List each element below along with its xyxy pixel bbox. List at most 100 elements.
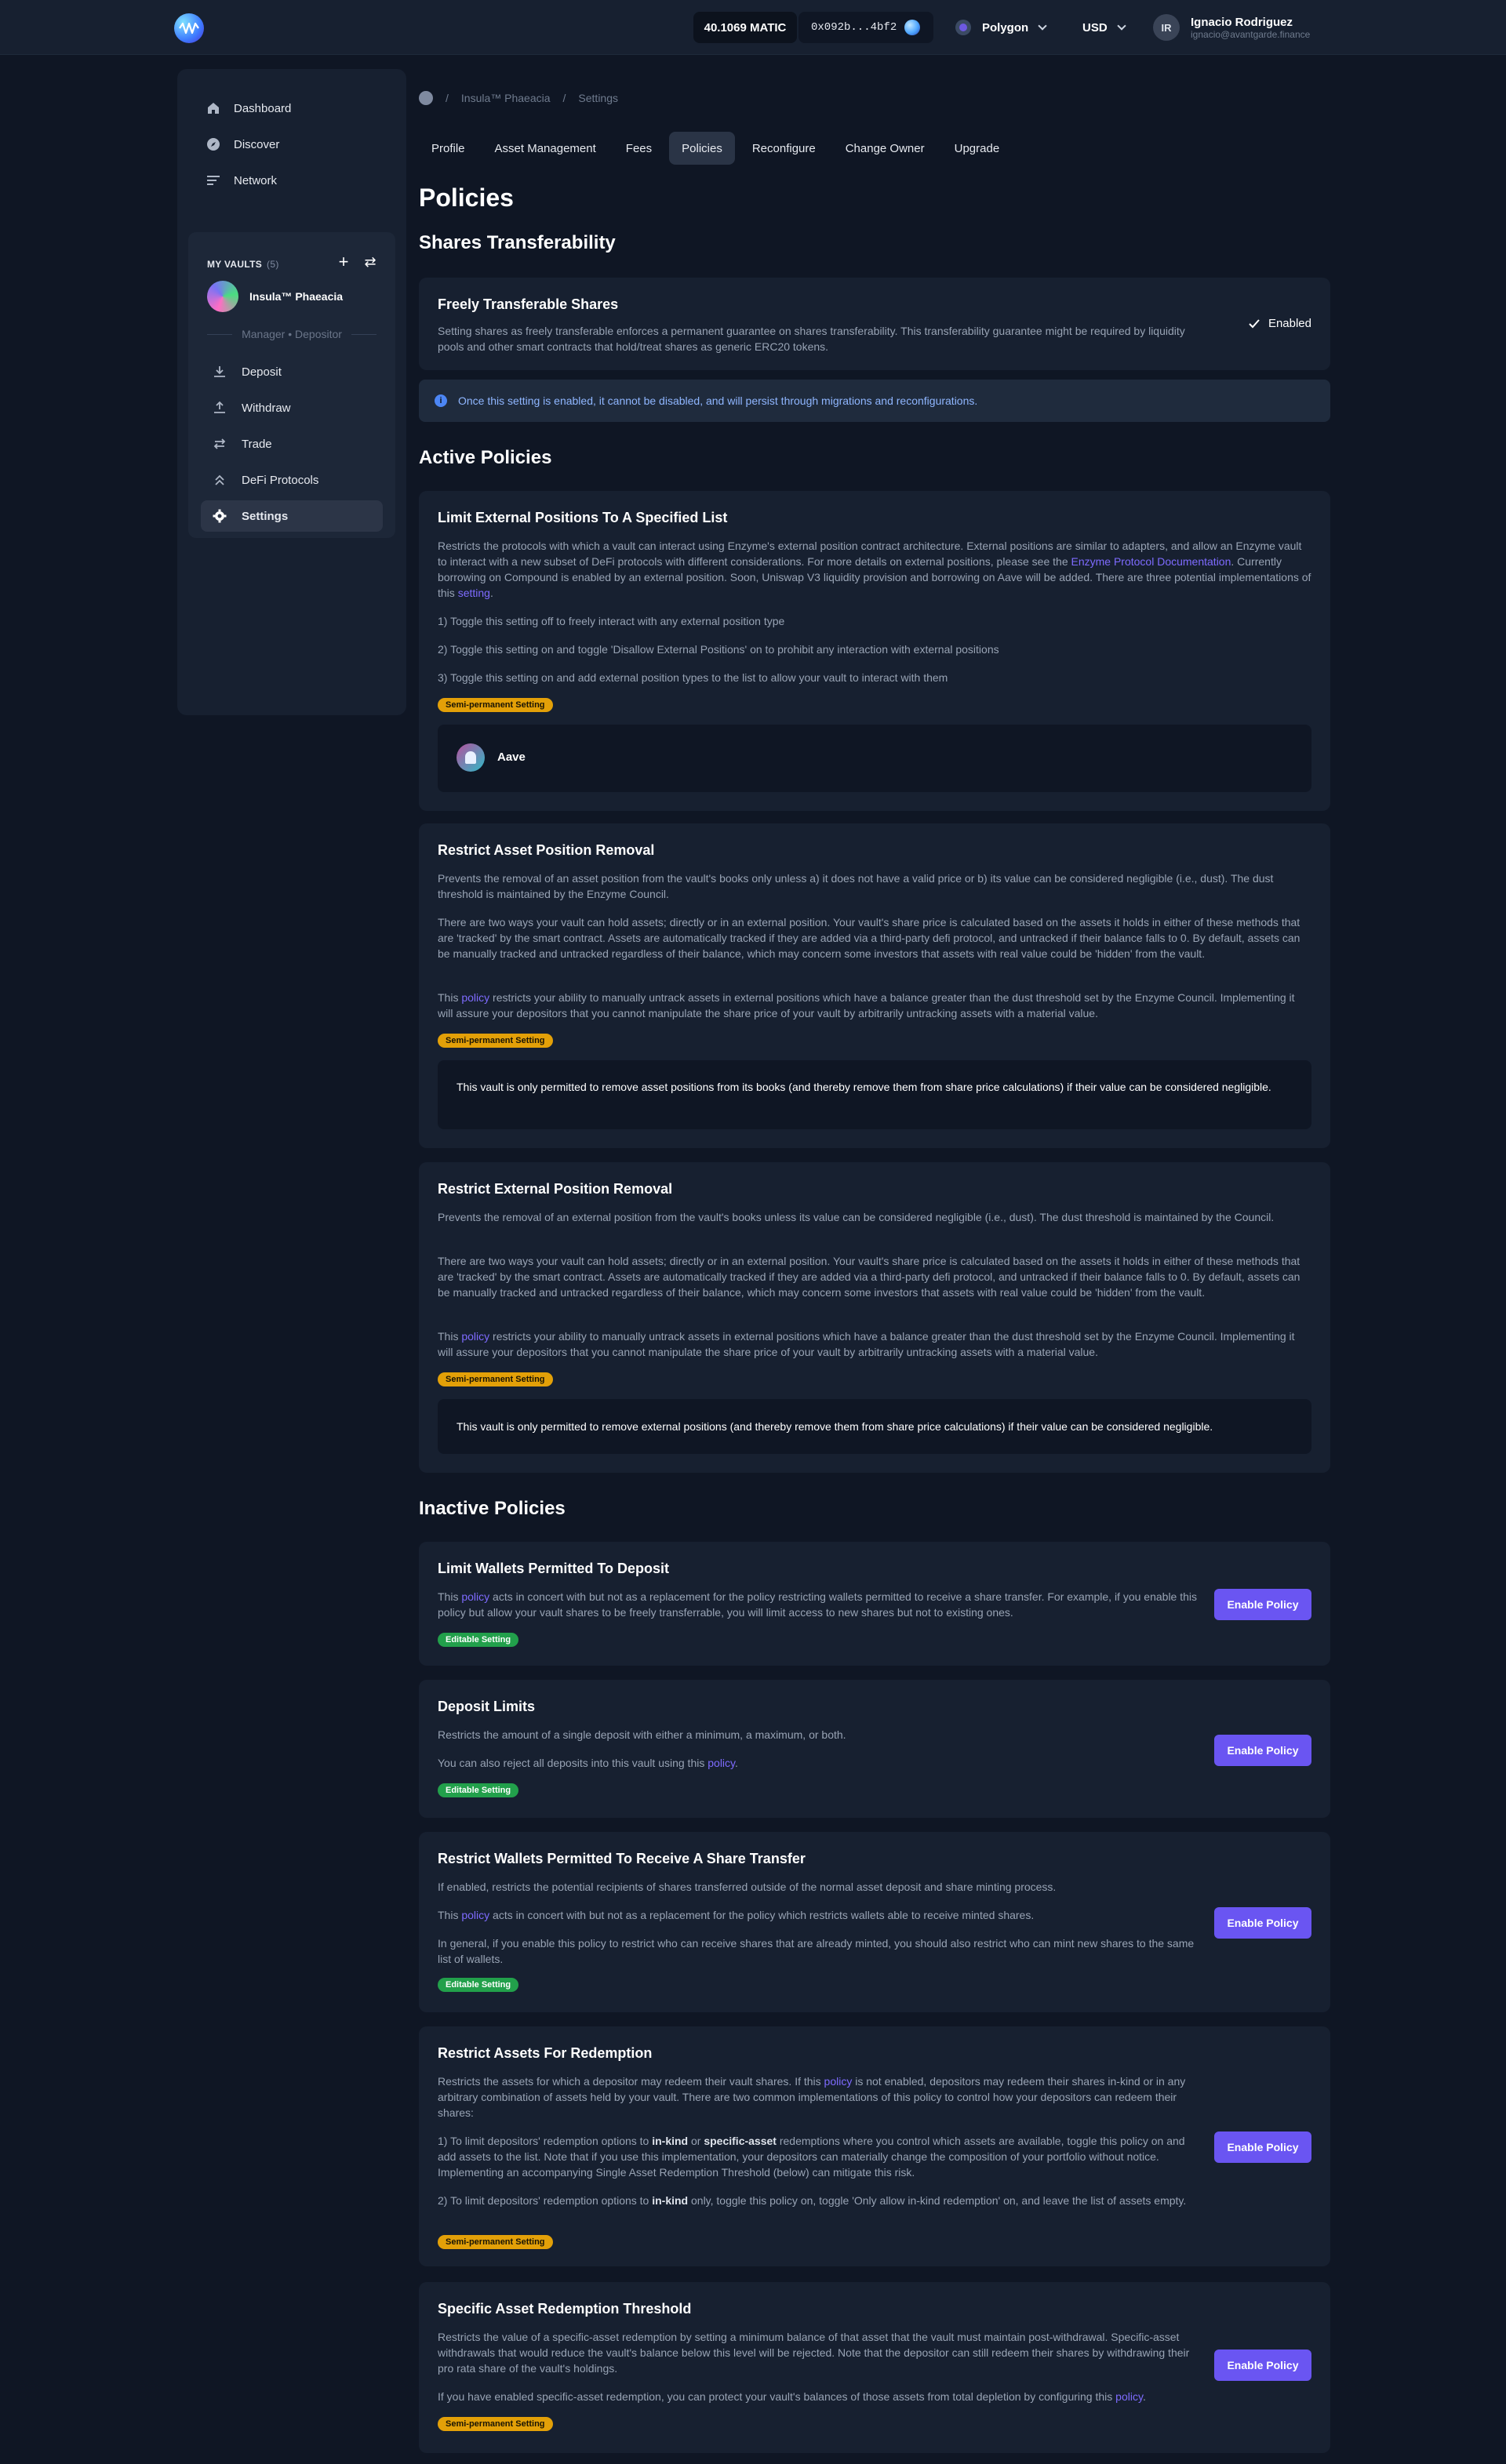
semi-permanent-badge: Semi-permanent Setting [438, 2235, 553, 2249]
policy-card-restrict-wallets-share-transfer: Restrict Wallets Permitted To Receive A … [419, 1832, 1330, 2012]
policy-option-3: 3) Toggle this setting on and add extern… [438, 671, 948, 684]
top-bar: 40.1069 MATIC 0x092b...4bf2 Polygon USD … [0, 0, 1506, 55]
semi-permanent-badge: Semi-permanent Setting [438, 1372, 553, 1386]
policy-title: Restrict External Position Removal [438, 1181, 673, 1197]
wallet-balance: 40.1069 MATIC [693, 12, 797, 43]
policy-description-3: This policy restricts your ability to ma… [438, 991, 1295, 1019]
policy-description: Restricts the value of a specific-asset … [438, 2331, 1190, 2375]
compass-icon[interactable] [419, 91, 433, 105]
card-description: Setting shares as freely transferable en… [438, 325, 1185, 353]
home-icon [206, 100, 221, 116]
setting-link[interactable]: setting [458, 587, 490, 599]
sidebar-item-label: Dashboard [234, 101, 292, 115]
policy-option-2: 2) To limit depositors' redemption optio… [438, 2194, 1187, 2207]
avatar: IR [1153, 14, 1180, 41]
policy-status-box: This vault is only permitted to remove a… [438, 1060, 1311, 1129]
tab-upgrade[interactable]: Upgrade [942, 132, 1013, 165]
editable-badge: Editable Setting [438, 1783, 519, 1797]
policy-option-1: 1) To limit depositors' redemption optio… [438, 2135, 1185, 2179]
policy-title: Restrict Asset Position Removal [438, 842, 655, 858]
chevron-down-icon [1038, 21, 1047, 31]
breadcrumb-settings: Settings [578, 92, 619, 104]
user-email: ignacio@avantgarde.finance [1191, 28, 1311, 40]
sidebar-item-dashboard[interactable]: Dashboard [193, 93, 391, 124]
enable-policy-button[interactable]: Enable Policy [1214, 2350, 1311, 2381]
policy-description-2: There are two ways your vault can hold a… [438, 1255, 1300, 1299]
policy-status-text: This vault is only permitted to remove e… [457, 1420, 1213, 1433]
policy-title: Restrict Wallets Permitted To Receive A … [438, 1851, 806, 1866]
enabled-status: Enabled [1248, 317, 1311, 330]
tab-change-owner[interactable]: Change Owner [833, 132, 937, 165]
user-name: Ignacio Rodriguez [1191, 15, 1293, 29]
sidebar-item-network[interactable]: Network [193, 165, 391, 196]
docs-link[interactable]: Enzyme Protocol Documentation [1071, 555, 1231, 568]
policy-description-2: If you have enabled specific-asset redem… [438, 2390, 1146, 2403]
wallet-address-button[interactable]: 0x092b...4bf2 [798, 12, 933, 43]
enable-policy-button[interactable]: Enable Policy [1214, 2131, 1311, 2163]
policy-link[interactable]: policy [461, 1590, 489, 1603]
vault-item-defi-protocols[interactable]: DeFi Protocols [201, 464, 383, 496]
vault-item-label: Withdraw [242, 401, 291, 415]
semi-permanent-badge: Semi-permanent Setting [438, 698, 553, 712]
policy-status-box: This vault is only permitted to remove e… [438, 1399, 1311, 1454]
vault-item-withdraw[interactable]: Withdraw [201, 392, 383, 423]
tab-policies[interactable]: Policies [669, 132, 735, 165]
breadcrumb-vault[interactable]: Insula™ Phaeacia [461, 92, 551, 104]
sidebar-item-label: Discover [234, 137, 280, 151]
chevrons-up-icon [212, 472, 227, 488]
enable-policy-button[interactable]: Enable Policy [1214, 1589, 1311, 1620]
switch-vault-icon[interactable]: ⇄ [361, 253, 380, 271]
swap-icon [212, 436, 227, 452]
logo-wave-icon [179, 22, 199, 35]
user-menu[interactable]: IR Ignacio Rodriguez ignacio@avantgarde.… [1153, 12, 1310, 43]
download-icon [212, 364, 227, 380]
policy-link[interactable]: policy [824, 2075, 853, 2088]
currency-selector[interactable]: USD [1071, 12, 1142, 43]
policy-status-text: This vault is only permitted to remove a… [457, 1081, 1271, 1093]
add-vault-icon[interactable]: + [334, 252, 353, 271]
tab-fees[interactable]: Fees [613, 132, 664, 165]
tab-profile[interactable]: Profile [419, 132, 478, 165]
list-icon [206, 173, 221, 188]
policy-link[interactable]: policy [461, 1330, 489, 1343]
vault-name[interactable]: Insula™ Phaeacia [249, 290, 343, 303]
upload-icon [212, 400, 227, 416]
currency-label: USD [1082, 20, 1108, 35]
policy-description-2: There are two ways your vault can hold a… [438, 916, 1300, 960]
policy-title: Limit External Positions To A Specified … [438, 510, 728, 525]
policy-description: Prevents the removal of an asset positio… [438, 872, 1274, 900]
policy-title: Specific Asset Redemption Threshold [438, 2301, 692, 2317]
vault-item-trade[interactable]: Trade [201, 428, 383, 460]
check-icon [1249, 318, 1260, 328]
network-selector[interactable]: Polygon [944, 12, 1059, 43]
policy-description-2: This policy acts in concert with but not… [438, 1909, 1035, 1921]
vault-avatar [207, 281, 238, 312]
sidebar: Dashboard Discover Network MY VAULTS (5) … [177, 69, 406, 715]
tab-reconfigure[interactable]: Reconfigure [740, 132, 828, 165]
policy-card-limit-wallets-deposit: Limit Wallets Permitted To Deposit This … [419, 1542, 1330, 1666]
enable-policy-button[interactable]: Enable Policy [1214, 1735, 1311, 1766]
policy-description: Restricts the amount of a single deposit… [438, 1728, 846, 1741]
tab-asset-management[interactable]: Asset Management [482, 132, 609, 165]
policy-title: Deposit Limits [438, 1699, 536, 1714]
freely-transferable-card: Freely Transferable Shares Setting share… [419, 278, 1330, 370]
vault-item-deposit[interactable]: Deposit [201, 356, 383, 387]
enable-policy-button[interactable]: Enable Policy [1214, 1907, 1311, 1939]
policy-description: This policy acts in concert with but not… [438, 1590, 1198, 1619]
policy-card-restrict-external-position-removal: Restrict External Position Removal Preve… [419, 1162, 1330, 1473]
policy-card-deposit-limits: Deposit Limits Restricts the amount of a… [419, 1680, 1330, 1818]
policy-link[interactable]: policy [708, 1757, 735, 1769]
policy-link[interactable]: policy [1115, 2390, 1143, 2403]
network-label: Polygon [982, 20, 1029, 35]
policy-link[interactable]: policy [461, 991, 489, 1004]
enzyme-logo[interactable] [174, 13, 204, 43]
vault-item-settings[interactable]: Settings [201, 500, 383, 532]
gear-icon [212, 508, 227, 524]
wallet-avatar-icon [904, 20, 921, 35]
sidebar-item-discover[interactable]: Discover [193, 129, 391, 160]
policy-link[interactable]: policy [461, 1909, 489, 1921]
policy-card-limit-external-positions: Limit External Positions To A Specified … [419, 491, 1330, 811]
vault-item-label: Settings [242, 509, 289, 523]
policy-option-1: 1) Toggle this setting off to freely int… [438, 615, 785, 627]
editable-badge: Editable Setting [438, 1978, 519, 1992]
